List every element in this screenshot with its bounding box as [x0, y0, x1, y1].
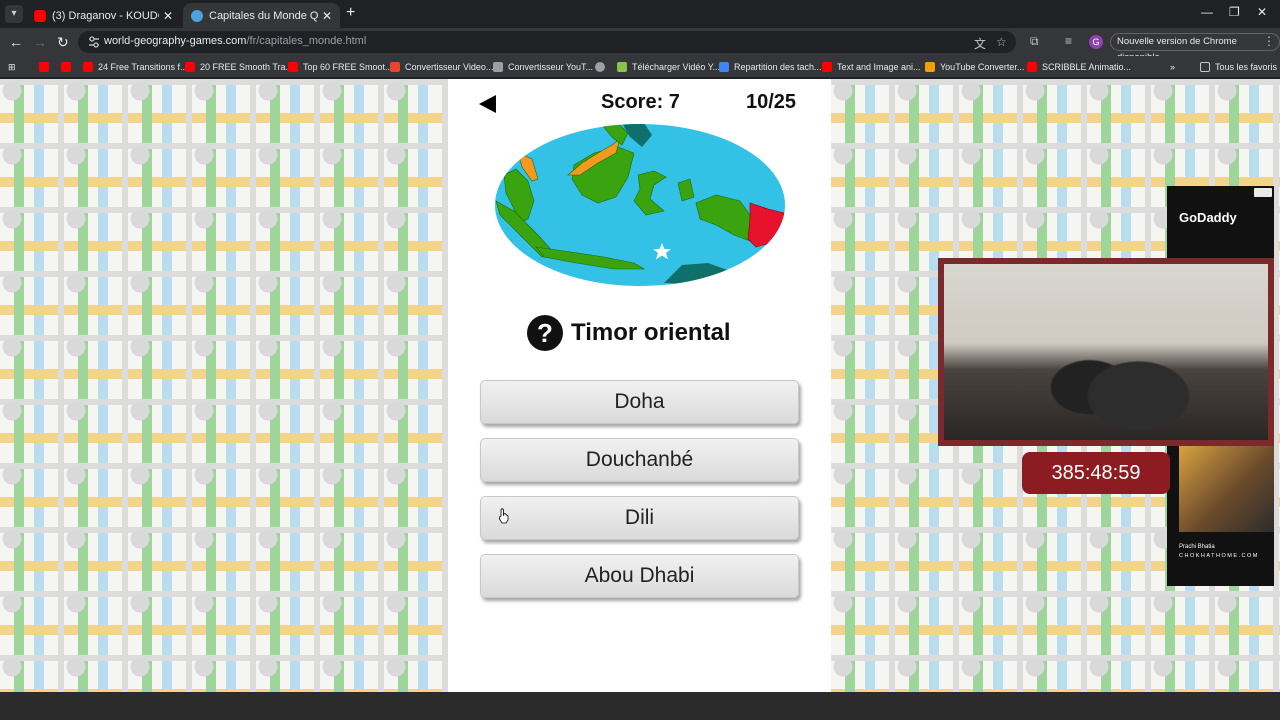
bookmark-item[interactable]: Convertisseur YouT... [493, 59, 593, 75]
site-info-icon[interactable] [88, 35, 100, 49]
converter-icon [493, 62, 503, 72]
download-arrow-icon [617, 62, 627, 72]
browser-toolbar: ← → ↻ world-geography-games.com/fr/capit… [0, 28, 1280, 56]
bookmark-label: 24 Free Transitions f... [98, 62, 188, 72]
more-bookmarks-icon[interactable]: » [1170, 59, 1175, 75]
bookmark-item[interactable] [595, 59, 610, 75]
bookmark-item[interactable] [61, 59, 76, 75]
bookmark-item[interactable]: Top 60 FREE Smoot... [288, 59, 393, 75]
youtube-icon [822, 62, 832, 72]
globe-icon [595, 62, 605, 72]
close-tab-icon[interactable]: ✕ [163, 9, 173, 23]
bookmark-item[interactable]: 24 Free Transitions f... [83, 59, 188, 75]
translate-icon[interactable]: 文 [974, 35, 986, 52]
restore-icon[interactable]: ❐ [1229, 5, 1240, 19]
answer-button-3[interactable]: Dili [480, 496, 799, 540]
youtube-icon [288, 62, 298, 72]
new-tab-button[interactable]: + [346, 4, 355, 22]
apps-grid-icon[interactable]: ⊞ [8, 59, 16, 75]
youtube-icon [1027, 62, 1037, 72]
bookmark-label: Top 60 FREE Smoot... [303, 62, 393, 72]
quiz-panel: Score: 7 10/25 ? Timor oriental Doha Dou… [448, 79, 831, 692]
bookmarks-bar: ⊞ 24 Free Transitions f... 20 FREE Smoot… [0, 56, 1280, 78]
bookmark-label: SCRIBBLE Animatio... [1042, 62, 1132, 72]
question-country: Timor oriental [571, 319, 731, 346]
reload-icon[interactable]: ↻ [57, 34, 69, 50]
youtube-icon [39, 62, 49, 72]
bookmark-item[interactable]: Télécharger Vidéo Y... [617, 59, 720, 75]
bookmark-label: Télécharger Vidéo Y... [632, 62, 721, 72]
question-map [495, 124, 785, 286]
z-logo-icon [390, 62, 400, 72]
city-pattern-background [0, 79, 448, 692]
webcam-overlay [938, 258, 1274, 446]
answer-button-2[interactable]: Douchanbé [480, 438, 799, 482]
address-bar[interactable]: world-geography-games.com/fr/capitales_m… [78, 31, 1016, 53]
url-domain: world-geography-games.com [104, 35, 247, 47]
docs-icon [719, 62, 729, 72]
chrome-update-chip[interactable]: Nouvelle version de Chrome disponible [1110, 33, 1280, 63]
media-controls-icon[interactable]: ≡ [1065, 34, 1072, 48]
forward-icon[interactable]: → [33, 34, 47, 50]
ad-photo [1179, 444, 1274, 532]
score-label: Score: 7 [601, 91, 680, 113]
tab-youtube[interactable]: (3) Draganov - KOUDOUROU X ✕ [26, 3, 181, 28]
youtube-icon [185, 62, 195, 72]
answer-button-4[interactable]: Abou Dhabi [480, 554, 799, 598]
webcam-feed [944, 264, 1268, 440]
bookmark-item[interactable]: SCRIBBLE Animatio... [1027, 59, 1131, 75]
ad-caption-site: CHOKHATHOME.COM [1179, 553, 1259, 559]
mouse-cursor-icon [499, 508, 509, 524]
bookmark-label: 20 FREE Smooth Tra... [200, 62, 294, 72]
all-bookmarks-label: Tous les favoris [1215, 62, 1278, 72]
bookmark-label: Convertisseur Video... [405, 62, 494, 72]
stream-timer: 385:48:59 [1022, 452, 1170, 494]
bookmark-item[interactable]: YouTube Converter... [925, 59, 1024, 75]
answer-button-1[interactable]: Doha [480, 380, 799, 424]
converter-star-icon [925, 62, 935, 72]
back-arrow-icon[interactable] [479, 95, 496, 113]
question-mark-icon: ? [527, 315, 563, 351]
profile-avatar[interactable]: G [1089, 35, 1103, 49]
bookmark-label: Convertisseur YouT... [508, 62, 594, 72]
folder-icon [1200, 62, 1210, 72]
close-tab-icon[interactable]: ✕ [322, 9, 332, 23]
url-text: world-geography-games.com/fr/capitales_m… [104, 35, 366, 47]
bookmark-label: Text and Image ani... [837, 62, 921, 72]
url-path: /fr/capitales_monde.html [246, 35, 367, 47]
close-window-icon[interactable]: ✕ [1257, 5, 1267, 19]
youtube-icon [61, 62, 71, 72]
tab-search-button[interactable]: ▾ [5, 5, 23, 23]
extensions-icon[interactable]: ⧉ [1030, 34, 1039, 49]
youtube-icon [83, 62, 93, 72]
tab-title: Capitales du Monde Quiz - Jeu [209, 9, 318, 22]
ad-brand-logo: GoDaddy [1179, 210, 1237, 225]
bookmark-star-icon[interactable]: ☆ [996, 35, 1007, 49]
bookmark-label: Repartition des tach... [734, 62, 822, 72]
question-counter: 10/25 [746, 91, 797, 113]
globe-favicon-icon [191, 9, 203, 22]
youtube-favicon-icon [34, 9, 46, 22]
ad-choices-icon[interactable] [1254, 188, 1272, 197]
tab-title: (3) Draganov - KOUDOUROU X [52, 9, 159, 22]
bookmark-item[interactable]: 20 FREE Smooth Tra... [185, 59, 293, 75]
bookmark-label: YouTube Converter... [940, 62, 1025, 72]
bookmark-item[interactable]: Repartition des tach... [719, 59, 822, 75]
tab-quiz[interactable]: Capitales du Monde Quiz - Jeu ✕ [183, 3, 340, 28]
bookmark-item[interactable] [39, 59, 54, 75]
bookmark-item[interactable]: Text and Image ani... [822, 59, 921, 75]
question-row: ? Timor oriental [527, 315, 731, 351]
taskbar [0, 692, 1280, 720]
all-bookmarks-folder[interactable]: Tous les favoris [1200, 59, 1277, 75]
bookmark-item[interactable]: Convertisseur Video... [390, 59, 493, 75]
minimize-icon[interactable]: — [1201, 5, 1213, 19]
ad-caption-name: Prachi Bhatia [1179, 544, 1215, 550]
back-icon[interactable]: ← [9, 34, 23, 50]
tab-strip: ▾ (3) Draganov - KOUDOUROU X ✕ Capitales… [0, 0, 1280, 28]
